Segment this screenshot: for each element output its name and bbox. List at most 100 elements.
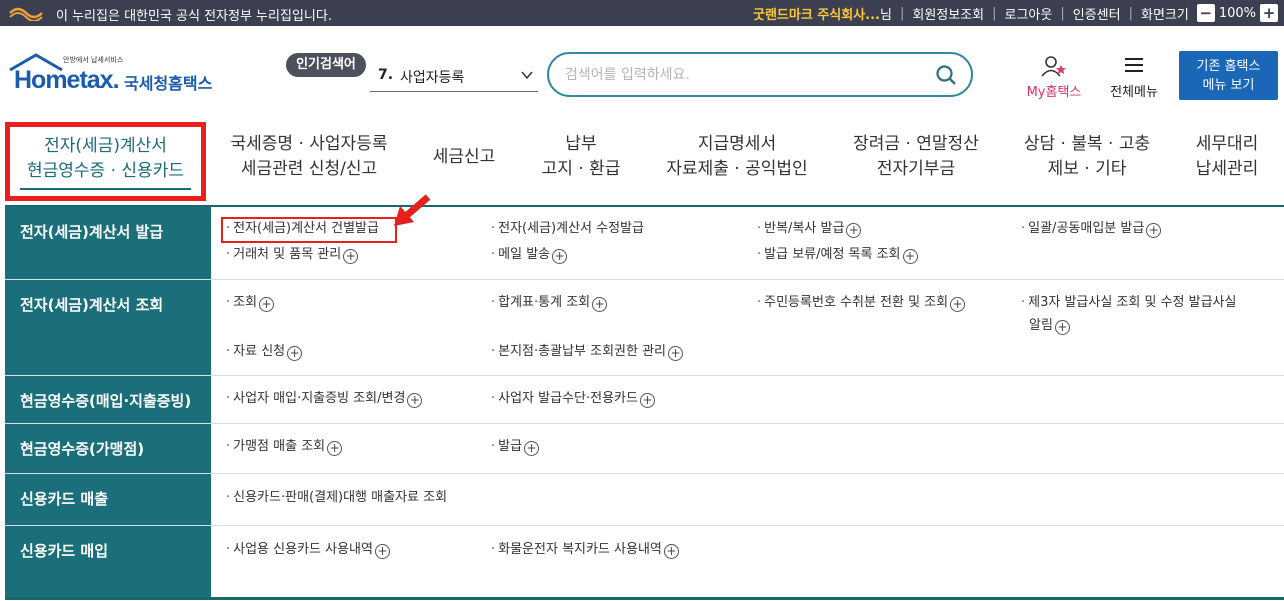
search-input[interactable] xyxy=(565,63,925,87)
menu-item-inquiry[interactable]: 조회+ xyxy=(226,293,275,313)
submenu-table: 전자(세금)계산서 발급 전자(세금)계산서 건별발급 전자(세금)계산서 수정… xyxy=(5,205,1284,601)
plus-circle-icon[interactable]: + xyxy=(552,249,568,264)
plus-circle-icon[interactable]: + xyxy=(1146,223,1162,238)
submenu-row-cash-receipt-purchase: 현금영수증(매입·지출증빙) 사업자 매입·지출증빙 조회/변경+ 사업자 발급… xyxy=(5,376,1284,424)
menu-item-freight-welfare-card[interactable]: 화물운전자 복지카드 사용내역+ xyxy=(491,540,679,560)
zoom-out-button[interactable]: − xyxy=(1196,4,1215,22)
search-icon[interactable] xyxy=(935,64,957,86)
plus-circle-icon[interactable]: + xyxy=(846,223,862,238)
menu-item-resident-number-convert[interactable]: 주민등록번호 수취분 전환 및 조회+ xyxy=(757,293,966,313)
submenu-header[interactable]: 신용카드 매입 xyxy=(5,526,211,599)
nav-label-line1: 납부 xyxy=(565,134,597,154)
menu-item-label: 알림 xyxy=(1029,318,1053,333)
submenu-row-issue: 전자(세금)계산서 발급 전자(세금)계산서 건별발급 전자(세금)계산서 수정… xyxy=(5,207,1284,280)
menu-item-third-party-issue[interactable]: 제3자 발급사실 조회 및 수정 발급사실 xyxy=(1021,293,1236,313)
menu-item-card-sales-inquiry[interactable]: 신용카드·판매(결제)대행 매출자료 조회 xyxy=(226,488,447,508)
plus-circle-icon[interactable]: + xyxy=(327,441,343,456)
submenu-header[interactable]: 신용카드 매출 xyxy=(5,474,211,525)
menu-item-data-request[interactable]: 자료 신청+ xyxy=(226,342,303,362)
hometax-page: 이 누리집은 대한민국 공식 전자정부 누리집입니다. 굿랜드마크 주식회사..… xyxy=(0,0,1284,601)
my-hometax-button[interactable]: My홈택스 xyxy=(1016,55,1092,100)
divider: | xyxy=(1060,5,1065,21)
search-box xyxy=(547,52,973,97)
menu-item-hold-list[interactable]: 발급 보류/예정 목록 조회+ xyxy=(757,245,918,265)
member-info-link[interactable]: 회원정보조회 xyxy=(912,4,984,23)
menu-item-label: 신용카드·판매(결제)대행 매출자료 조회 xyxy=(233,490,448,505)
menu-item-label: 발급 보류/예정 목록 조회 xyxy=(764,247,901,262)
menu-item-partner-management[interactable]: 거래처 및 품목 관리+ xyxy=(226,245,359,265)
plus-circle-icon[interactable]: + xyxy=(374,544,390,559)
popular-rank: 7. xyxy=(378,67,394,83)
nav-item-tax-return[interactable]: 세금신고 xyxy=(428,145,500,170)
submenu-header[interactable]: 전자(세금)계산서 조회 xyxy=(5,280,211,375)
main-nav: 전자(세금)계산서 현금영수증 · 신용카드 국세증명 · 사업자등록 세금관련… xyxy=(0,118,1284,203)
old-home-line2: 메뉴 보기 xyxy=(1202,78,1255,93)
plus-circle-icon[interactable]: + xyxy=(950,297,966,312)
logo-brand: Hometax. xyxy=(14,66,120,94)
plus-circle-icon[interactable]: + xyxy=(343,249,359,264)
menu-item-bulk-issue[interactable]: 일괄/공동매입분 발급+ xyxy=(1021,219,1162,239)
nav-item-certificate-registration[interactable]: 국세증명 · 사업자등록 세금관련 신청/신고 xyxy=(228,132,390,182)
zoom-in-button[interactable]: + xyxy=(1260,4,1278,22)
submenu-row-card-purchase: 신용카드 매입 사업용 신용카드 사용내역+ 화물운전자 복지카드 사용내역+ xyxy=(5,526,1284,599)
submenu-row-inquiry: 전자(세금)계산서 조회 조회+ 합계표·통계 조회+ 주민등록번호 수취분 전… xyxy=(5,280,1284,376)
plus-circle-icon[interactable]: + xyxy=(524,441,540,456)
company-name[interactable]: 굿랜드마크 주식회사... xyxy=(753,4,880,23)
menu-item-send-mail[interactable]: 메일 발송+ xyxy=(491,245,568,265)
old-home-line1: 기존 홈택스 xyxy=(1196,59,1261,74)
plus-circle-icon[interactable]: + xyxy=(407,393,423,408)
gov-notice-text: 이 누리집은 대한민국 공식 전자정부 누리집입니다. xyxy=(56,9,332,24)
menu-item-label: 사업용 신용카드 사용내역 xyxy=(233,542,373,557)
plus-circle-icon[interactable]: + xyxy=(1054,320,1070,335)
old-hometax-menu-button[interactable]: 기존 홈택스 메뉴 보기 xyxy=(1179,51,1278,100)
submenu-header[interactable]: 현금영수증(가맹점) xyxy=(5,424,211,473)
menu-item-repeat-issue[interactable]: 반복/복사 발급+ xyxy=(757,219,862,239)
submenu-row-card-sales: 신용카드 매출 신용카드·판매(결제)대행 매출자료 조회 xyxy=(5,474,1284,526)
nav-label-line1: 세금신고 xyxy=(432,147,496,167)
nav-label-line2: 제보 · 기타 xyxy=(1047,159,1127,179)
menu-item-third-party-notify[interactable]: 알림 + xyxy=(1029,316,1070,336)
menu-item-business-card-usage[interactable]: 사업용 신용카드 사용내역+ xyxy=(226,540,390,560)
screen-size-label: 화면크기 xyxy=(1140,7,1189,23)
plus-circle-icon[interactable]: + xyxy=(902,249,918,264)
logo-korean-name: 국세청홈택스 xyxy=(124,74,213,93)
divider: | xyxy=(899,5,905,21)
menu-item-issuing-card[interactable]: 사업자 발급수단·전용카드+ xyxy=(491,389,655,409)
egov-logo-icon xyxy=(9,7,43,21)
nav-label-line1: 상담 · 불복 · 고충 xyxy=(1023,134,1151,154)
plus-circle-icon[interactable]: + xyxy=(287,346,303,361)
hometax-logo[interactable]: 안방에서 납세서비스 Hometax. 국세청홈택스 xyxy=(6,52,221,100)
plus-circle-icon[interactable]: + xyxy=(668,346,684,361)
nav-item-payment-statement[interactable]: 지급명세서 자료제출 · 공익법인 xyxy=(662,132,812,182)
menu-item-label: 사업자 매입·지출증빙 조회/변경 xyxy=(233,391,406,406)
menu-item-label: 메일 발송 xyxy=(498,247,551,262)
plus-circle-icon[interactable]: + xyxy=(663,544,679,559)
nav-item-payment[interactable]: 납부 고지 · 환급 xyxy=(536,132,626,182)
plus-circle-icon[interactable]: + xyxy=(639,393,655,408)
menu-item-branch-permission[interactable]: 본지점·총괄납부 조회권한 관리+ xyxy=(491,342,684,362)
menu-item-summary-stats[interactable]: 합계표·통계 조회+ xyxy=(491,293,608,313)
nav-item-tax-agent[interactable]: 세무대리 납세관리 xyxy=(1192,132,1262,182)
plus-circle-icon[interactable]: + xyxy=(592,297,608,312)
menu-item-modify-issue[interactable]: 전자(세금)계산서 수정발급 xyxy=(491,219,644,239)
cert-center-link[interactable]: 인증센터 xyxy=(1073,4,1121,23)
nav-label-line2: 자료제출 · 공익법인 xyxy=(666,159,808,179)
menu-item-issue[interactable]: 발급+ xyxy=(491,437,540,457)
all-menu-button[interactable]: 전체메뉴 xyxy=(1102,55,1166,100)
all-menu-label: 전체메뉴 xyxy=(1110,85,1158,100)
nav-item-incentive[interactable]: 장려금 · 연말정산 전자기부금 xyxy=(848,132,984,182)
plus-circle-icon[interactable]: + xyxy=(259,297,275,312)
popular-search-select[interactable]: 7. 사업자등록 xyxy=(370,60,538,92)
submenu-header[interactable]: 전자(세금)계산서 발급 xyxy=(5,207,211,279)
menu-item-purchase-inquiry[interactable]: 사업자 매입·지출증빙 조회/변경+ xyxy=(226,389,423,409)
divider: | xyxy=(992,5,997,21)
submenu-header[interactable]: 현금영수증(매입·지출증빙) xyxy=(5,376,211,423)
nav-label-line2: 전자기부금 xyxy=(876,159,956,179)
nav-item-consultation[interactable]: 상담 · 불복 · 고충 제보 · 기타 xyxy=(1018,132,1156,182)
menu-item-label: 사업자 발급수단·전용카드 xyxy=(498,391,638,406)
nav-item-e-tax-invoice[interactable]: 전자(세금)계산서 현금영수증 · 신용카드 xyxy=(5,122,206,201)
logout-link[interactable]: 로그아웃 xyxy=(1005,4,1053,23)
gov-bar: 이 누리집은 대한민국 공식 전자정부 누리집입니다. 굿랜드마크 주식회사..… xyxy=(0,0,1284,26)
menu-item-merchant-sales[interactable]: 가맹점 매출 조회+ xyxy=(226,437,343,457)
bottom-border xyxy=(5,597,1284,600)
